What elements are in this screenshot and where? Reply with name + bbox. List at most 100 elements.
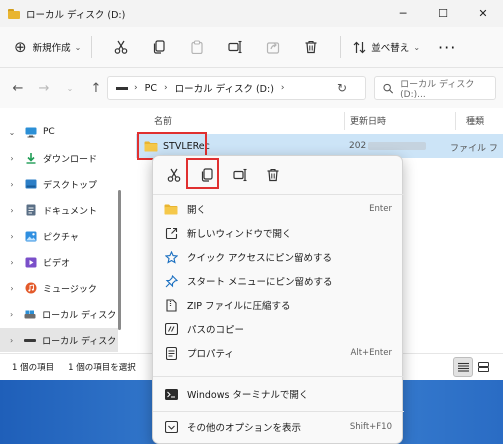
breadcrumb-separator-icon: › [134, 83, 138, 93]
address-bar[interactable]: › PC › ローカル ディスク (D:) › [107, 76, 366, 100]
title-bar[interactable]: ローカル ディスク (D:) ─ ☐ ✕ [0, 0, 503, 27]
file-type: ファイル フ [450, 144, 498, 154]
maximize-button[interactable]: ☐ [423, 0, 463, 27]
cut-button[interactable] [102, 32, 140, 62]
paste-button[interactable] [178, 32, 216, 62]
forward-button[interactable]: → [31, 81, 57, 96]
breadcrumb-pc[interactable]: PC [145, 83, 157, 94]
sidebar-item-local-disk-c[interactable]: › ローカル ディスク ( [0, 302, 118, 326]
video-icon [25, 256, 37, 268]
cut-icon [167, 168, 181, 182]
window-title: ローカル ディスク (D:) [26, 9, 126, 21]
status-item-count: 1 個の項目 [12, 363, 55, 373]
column-divider[interactable] [344, 112, 345, 130]
properties-icon [163, 345, 179, 361]
shortcut-label: Enter [369, 204, 392, 214]
chevron-right-icon[interactable]: › [4, 180, 20, 189]
blurred-date [368, 141, 427, 150]
more-options-button[interactable]: ··· [438, 38, 456, 57]
column-divider[interactable] [455, 112, 456, 130]
menu-divider [153, 194, 404, 195]
new-button-label: 新規作成 [32, 43, 71, 54]
context-cut-button[interactable] [158, 161, 190, 189]
pin-icon [163, 273, 179, 289]
recent-locations-chevron-icon[interactable]: ⌄ [57, 84, 83, 93]
delete-button[interactable] [292, 32, 330, 62]
view-switcher [453, 357, 493, 377]
sidebar-item-documents[interactable]: › ドキュメント [0, 198, 118, 222]
menu-item-show-more-options[interactable]: その他のオプションを表示 Shift+F10 [157, 415, 400, 439]
breadcrumb-local-disk[interactable]: ローカル ディスク (D:) [175, 81, 274, 95]
chevron-right-icon[interactable]: › [4, 206, 20, 215]
chevron-right-icon[interactable]: › [4, 154, 20, 163]
sort-button-label: 並べ替え [371, 43, 410, 54]
column-header-type[interactable]: 種類 [466, 114, 484, 127]
tiles-view-button[interactable] [473, 357, 493, 377]
paste-icon [191, 40, 203, 54]
document-icon [25, 204, 37, 216]
rename-icon [228, 40, 242, 54]
sidebar-item-local-disk-d[interactable]: › ローカル ディスク ( [0, 328, 118, 352]
rename-icon [233, 168, 247, 182]
drive-icon [116, 86, 128, 90]
context-rename-button[interactable] [224, 161, 256, 189]
menu-item-pin-start[interactable]: スタート メニューにピン留めする [157, 269, 400, 293]
sidebar-item-downloads[interactable]: › ダウンロード [0, 146, 118, 170]
sort-button[interactable]: 並べ替え ⌄ [353, 33, 420, 61]
chevron-right-icon[interactable]: › [4, 232, 20, 241]
menu-item-open-new-window[interactable]: 新しいウィンドウで開く [157, 221, 400, 245]
cut-icon [114, 40, 128, 54]
close-button[interactable]: ✕ [463, 0, 503, 27]
chevron-right-icon[interactable]: › [4, 310, 19, 319]
share-button[interactable] [254, 32, 292, 62]
local-disk-icon [24, 308, 36, 320]
copy-button[interactable] [140, 32, 178, 62]
column-header-name[interactable]: 名前 [154, 114, 172, 127]
menu-item-copy-path[interactable]: パスのコピー [157, 317, 400, 341]
chevron-down-icon[interactable]: ⌄ [4, 128, 20, 137]
context-delete-button[interactable] [257, 161, 289, 189]
menu-item-open-terminal[interactable]: Windows ターミナルで開く [157, 382, 400, 406]
chevron-right-icon[interactable]: › [4, 258, 20, 267]
pictures-icon [25, 230, 37, 242]
search-input[interactable]: ローカル ディスク (D:)... [374, 76, 496, 100]
up-button[interactable]: ↑ [83, 81, 109, 96]
menu-item-pin-quick-access[interactable]: クイック アクセスにピン留めする [157, 245, 400, 269]
sidebar-item-videos[interactable]: › ビデオ [0, 250, 118, 274]
menu-item-open[interactable]: 開く Enter [157, 197, 400, 221]
desktop-icon [25, 178, 37, 190]
copy-icon [201, 168, 213, 182]
rename-button[interactable] [216, 32, 254, 62]
sidebar-scrollbar[interactable] [118, 190, 121, 330]
more-options-icon [163, 419, 179, 435]
window-controls: ─ ☐ ✕ [383, 0, 503, 27]
sidebar-item-pc[interactable]: ⌄ PC [0, 120, 118, 144]
context-copy-button[interactable] [191, 161, 223, 189]
back-button[interactable]: ← [5, 81, 31, 96]
sidebar-item-desktop[interactable]: › デスクトップ [0, 172, 118, 196]
pc-icon [25, 126, 37, 138]
status-selected-count: 1 個の項目を選択 [68, 363, 136, 373]
refresh-button[interactable]: ↻ [337, 81, 347, 95]
copy-path-icon [163, 321, 179, 337]
minimize-button[interactable]: ─ [383, 0, 423, 27]
chevron-right-icon[interactable]: › [4, 336, 19, 345]
menu-divider [153, 376, 404, 377]
zip-icon [163, 297, 179, 313]
menu-item-compress-zip[interactable]: ZIP ファイルに圧縮する [157, 293, 400, 317]
chevron-down-icon: ⌄ [413, 42, 421, 52]
details-view-button[interactable] [453, 357, 473, 377]
menu-divider [153, 411, 404, 412]
sidebar-item-music[interactable]: › ミュージック [0, 276, 118, 300]
search-icon [383, 83, 394, 94]
open-folder-icon [163, 201, 179, 217]
chevron-right-icon[interactable]: › [4, 284, 20, 293]
menu-item-properties[interactable]: プロパティ Alt+Enter [157, 341, 400, 365]
new-button[interactable]: ⊕ 新規作成 ⌄ [14, 33, 81, 61]
column-header-date[interactable]: 更新日時 [350, 114, 386, 127]
details-view-icon [457, 362, 469, 372]
sidebar-item-pictures[interactable]: › ピクチャ [0, 224, 118, 248]
folder-icon [8, 8, 20, 19]
trash-icon [267, 168, 279, 182]
share-icon [267, 42, 280, 54]
